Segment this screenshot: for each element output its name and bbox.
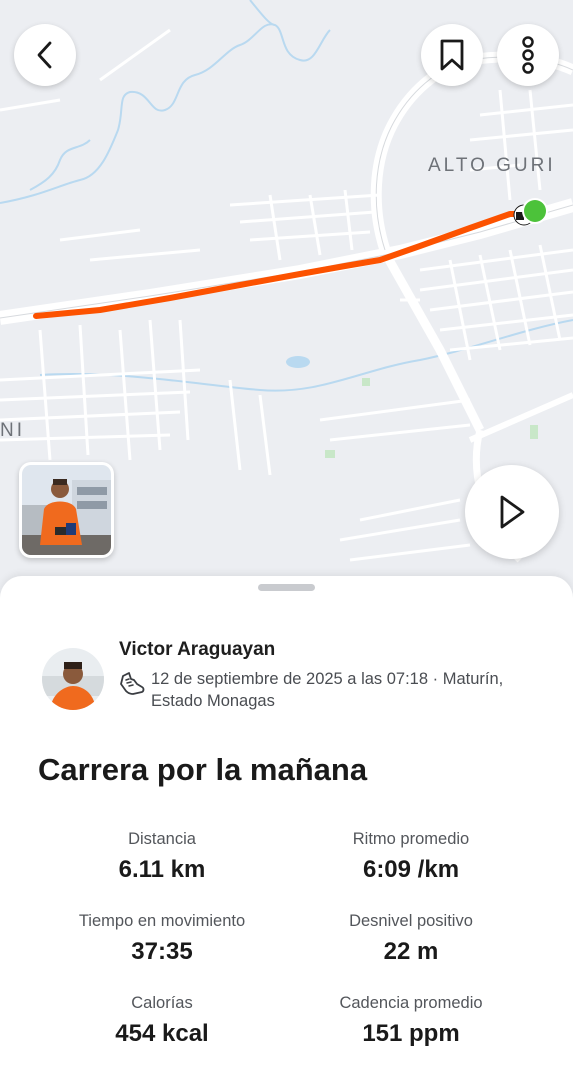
stat-elevation-gain: Desnivel positivo 22 m xyxy=(281,910,541,966)
bookmark-button[interactable] xyxy=(421,24,483,86)
map-label-neighborhood: ALTO GURI xyxy=(428,155,556,176)
stat-label: Distancia xyxy=(128,830,196,848)
avatar[interactable] xyxy=(42,648,104,710)
sheet-drag-handle[interactable] xyxy=(258,584,315,591)
play-flyover-button[interactable] xyxy=(465,465,559,559)
stat-value: 37:35 xyxy=(131,938,193,965)
stat-value: 6:09 /km xyxy=(362,856,460,883)
stat-average-pace: Ritmo promedio 6:09 /km xyxy=(281,828,541,884)
play-icon xyxy=(500,495,525,529)
stat-value: 151 ppm xyxy=(362,1020,460,1047)
stat-value: 454 kcal xyxy=(115,1020,209,1047)
activity-screen: ALTO GURI NI Victor Araguayan 12 de sept… xyxy=(0,0,573,1080)
stat-label: Cadencia promedio xyxy=(339,994,483,1012)
athlete-name[interactable]: Victor Araguayan xyxy=(119,639,275,661)
stat-label: Calorías xyxy=(131,994,193,1012)
activity-photo-thumbnail[interactable] xyxy=(19,462,114,558)
running-shoe-icon xyxy=(118,670,146,698)
activity-details-sheet: Victor Araguayan 12 de septiembre de 202… xyxy=(0,576,573,1080)
stat-label: Desnivel positivo xyxy=(349,912,473,930)
runner-photo xyxy=(22,465,111,555)
stat-label: Tiempo en movimiento xyxy=(78,912,246,930)
stat-average-cadence: Cadencia promedio 151 ppm xyxy=(281,992,541,1048)
stat-moving-time: Tiempo en movimiento 37:35 xyxy=(32,910,292,966)
more-options-button[interactable] xyxy=(497,24,559,86)
back-button[interactable] xyxy=(14,24,76,86)
stat-calories: Calorías 454 kcal xyxy=(32,992,292,1048)
chevron-left-icon xyxy=(37,41,52,69)
bookmark-icon xyxy=(440,39,464,71)
end-marker xyxy=(524,200,546,222)
stat-value: 6.11 km xyxy=(118,856,206,883)
activity-date-location: 12 de septiembre de 2025 a las 07:18 · M… xyxy=(151,670,504,710)
stat-distance: Distancia 6.11 km xyxy=(32,828,292,884)
map-label-edge: NI xyxy=(0,420,25,441)
athlete-avatar-image xyxy=(42,648,104,710)
vertical-dots-icon xyxy=(522,36,534,74)
route-map[interactable]: ALTO GURI NI xyxy=(0,0,573,600)
activity-title: Carrera por la mañana xyxy=(38,752,368,787)
stat-label: Ritmo promedio xyxy=(352,830,470,848)
stat-value: 22 m xyxy=(383,938,439,965)
